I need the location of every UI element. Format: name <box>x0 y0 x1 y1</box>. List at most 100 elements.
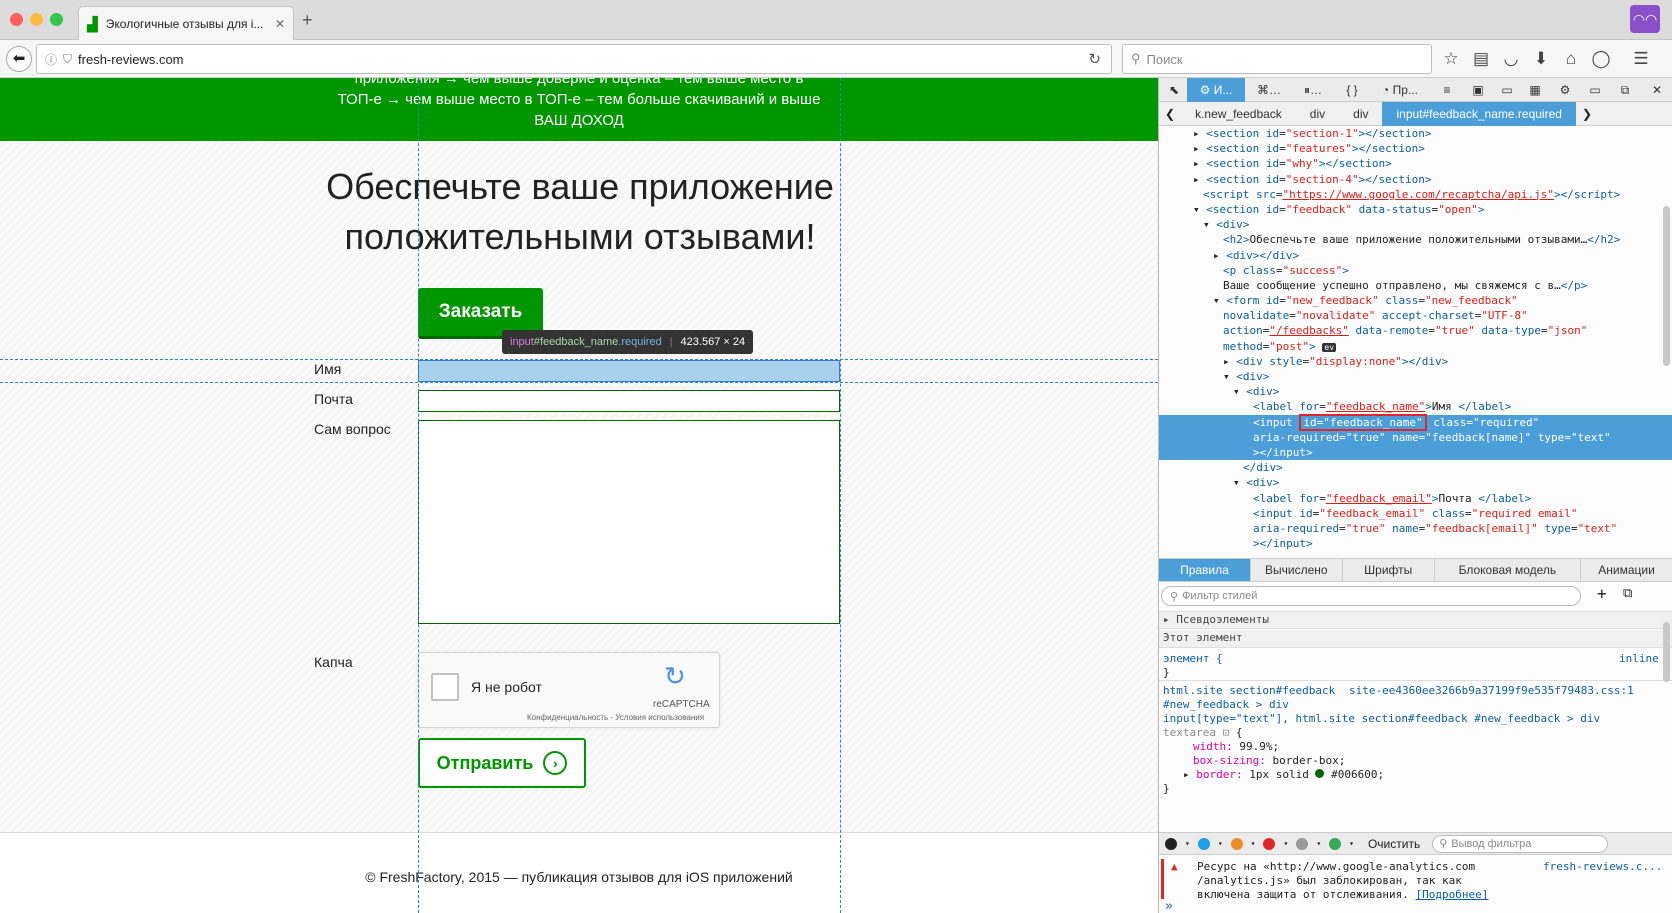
security-filter-button[interactable] <box>1263 837 1276 850</box>
markup-line[interactable]: method="post"> ev <box>1159 339 1672 354</box>
tab-animations[interactable]: Анимации <box>1581 559 1672 581</box>
tab-inspector[interactable]: ⚙ И... <box>1187 78 1245 102</box>
css-declaration[interactable]: width: 99.9%; <box>1193 740 1279 753</box>
markup-line[interactable]: <script src="https://www.google.com/reca… <box>1159 187 1672 202</box>
question-textarea[interactable] <box>418 420 840 624</box>
markup-line[interactable]: <h2>Обеспечьте ваше приложение положител… <box>1159 232 1672 247</box>
shield-icon[interactable]: ⛉ <box>63 52 72 67</box>
close-window-button[interactable] <box>10 13 23 26</box>
maximize-window-button[interactable] <box>50 13 63 26</box>
breadcrumb-item[interactable]: div <box>1296 107 1339 121</box>
js-filter-button[interactable] <box>1230 837 1243 850</box>
markup-scrollbar[interactable] <box>1663 206 1670 366</box>
markup-line[interactable]: ▾ <div> <box>1159 475 1672 490</box>
responsive-icon[interactable]: ▣ <box>1463 78 1493 102</box>
scratchpad-icon[interactable]: ▦ <box>1523 78 1547 102</box>
markup-line[interactable]: action="/feedbacks" data-remote="true" d… <box>1159 323 1672 338</box>
search-bar[interactable]: ⚲ Поиск <box>1122 44 1432 74</box>
markup-line[interactable]: ▾ <div> <box>1159 217 1672 232</box>
markup-line[interactable]: aria-required="true" name="feedback[emai… <box>1159 521 1672 536</box>
screenshot-icon[interactable]: ▭ <box>1495 78 1519 102</box>
tab-rules[interactable]: Правила <box>1159 559 1251 581</box>
email-input[interactable] <box>418 390 840 412</box>
breadcrumb-back-icon[interactable]: ❮ <box>1159 107 1181 121</box>
markup-line[interactable]: ▾ <form id="new_feedback" class="new_fee… <box>1159 293 1672 308</box>
breadcrumb-item[interactable]: div <box>1339 107 1382 121</box>
rule-selector[interactable]: input[type="text"], html.site section#fe… <box>1163 712 1600 725</box>
chat-icon[interactable]: ◯ <box>1590 49 1612 69</box>
order-button[interactable]: Заказать <box>418 288 543 336</box>
url-bar[interactable]: ⓘ ⛉ fresh-reviews.com ↻ <box>36 44 1112 74</box>
markup-line[interactable]: ▾ <section id="feedback" data-status="op… <box>1159 202 1672 217</box>
markup-selected-node[interactable]: <input id="feedback_name" class="require… <box>1159 413 1672 461</box>
tab-fresh-reviews[interactable]: ▟ Экологичные отзывы для i... ✕ <box>78 6 294 41</box>
markup-line[interactable]: ▸ <section id="section-1"></section> <box>1159 126 1672 141</box>
server-filter-button[interactable] <box>1329 837 1342 850</box>
console-filter-input[interactable]: ⚲ Вывод фильтра <box>1432 834 1609 853</box>
markup-line[interactable]: </div> <box>1159 460 1672 475</box>
markup-line[interactable]: ▾ <div> <box>1159 384 1672 399</box>
markup-line[interactable]: novalidate="novalidate" accept-charset="… <box>1159 308 1672 323</box>
breadcrumb-forward-icon[interactable]: ❯ <box>1576 107 1598 121</box>
send-button[interactable]: Отправить › <box>418 738 586 788</box>
bookmark-star-icon[interactable]: ☆ <box>1440 49 1462 69</box>
new-tab-button[interactable]: + <box>302 10 313 31</box>
close-tab-icon[interactable]: ✕ <box>275 17 285 31</box>
markup-line[interactable]: ></input> <box>1159 536 1672 551</box>
downloads-icon[interactable]: ⬇ <box>1530 49 1552 69</box>
rule-source-link[interactable]: site-ee4360ee3266b9a37199f9e535f79483.cs… <box>1349 684 1634 697</box>
info-icon[interactable]: ⓘ <box>45 51 57 68</box>
css-filter-button[interactable] <box>1197 837 1210 850</box>
minimize-window-button[interactable] <box>30 13 43 26</box>
markup-line[interactable]: ▸ <div></div> <box>1159 248 1672 263</box>
undock-icon[interactable]: ⧉ <box>1613 78 1637 102</box>
element-picker-icon[interactable]: ⬉ <box>1163 78 1185 102</box>
markup-line[interactable]: <p class="success"> <box>1159 263 1672 278</box>
markup-line[interactable]: <input id="feedback_email" class="requir… <box>1159 506 1672 521</box>
tab-fonts[interactable]: Шрифты <box>1343 559 1435 581</box>
toggle-pseudo-icon[interactable]: ⧉ <box>1623 586 1632 601</box>
console-clear-button[interactable]: Очистить <box>1368 837 1420 851</box>
tab-box-model[interactable]: Блоковая модель <box>1435 559 1582 581</box>
css-declaration[interactable]: box-sizing: border-box; <box>1193 754 1345 767</box>
markup-line[interactable]: <label for="feedback_email">Почта </labe… <box>1159 491 1672 506</box>
tab-console[interactable]: ⌘… <box>1249 78 1289 102</box>
css-declaration[interactable]: ▸ border: 1px solid #006600; <box>1183 768 1384 781</box>
learn-more-link[interactable]: [Подробнее] <box>1416 888 1489 901</box>
markup-line[interactable]: ▾ <div> <box>1159 369 1672 384</box>
tab-computed[interactable]: Вычислено <box>1251 559 1343 581</box>
markup-line[interactable]: ▸ <section id="why"></section> <box>1159 156 1672 171</box>
back-button[interactable]: ⬅ <box>6 46 32 72</box>
rule-selector[interactable]: html.site section#feedback <box>1163 684 1335 697</box>
markup-line[interactable]: Ваше сообщение успешно отправлено, мы св… <box>1159 278 1672 293</box>
menu-icon[interactable]: ☰ <box>1630 49 1652 69</box>
console-source-link[interactable]: fresh-reviews.c... <box>1543 860 1662 873</box>
element-rule[interactable]: элемент { <box>1163 652 1223 665</box>
logging-filter-button[interactable] <box>1296 837 1309 850</box>
dock-icon[interactable]: ▭ <box>1583 78 1607 102</box>
inline-source[interactable]: inline <box>1619 652 1659 665</box>
home-icon[interactable]: ⌂ <box>1560 49 1582 69</box>
pocket-icon[interactable]: ◡ <box>1500 49 1522 69</box>
console-prompt[interactable]: » <box>1165 899 1173 913</box>
tab-debugger[interactable]: ⏸… <box>1293 78 1333 102</box>
color-swatch[interactable] <box>1315 769 1325 778</box>
markup-line[interactable]: <label for="feedback_name">Имя </label> <box>1159 399 1672 414</box>
reload-icon[interactable]: ↻ <box>1088 50 1101 68</box>
breadcrumb-item[interactable]: k.new_feedback <box>1181 107 1296 121</box>
name-input[interactable] <box>418 360 840 382</box>
network-icon[interactable]: ≡ <box>1435 78 1459 102</box>
pseudo-elements-header[interactable]: ▸ Псевдоэлементы <box>1159 611 1672 629</box>
markup-line[interactable]: ▸ <section id="features"></section> <box>1159 141 1672 156</box>
tab-style-editor[interactable]: { } <box>1337 78 1367 102</box>
rule-selector[interactable]: #new_feedback > div <box>1163 698 1289 711</box>
tab-performance[interactable]: ◔ Пр... <box>1371 78 1429 102</box>
close-devtools-icon[interactable]: ✕ <box>1645 78 1669 102</box>
styles-filter-input[interactable]: ⚲ Фильтр стилей <box>1161 586 1581 606</box>
reading-list-icon[interactable]: ▤ <box>1470 49 1492 69</box>
settings-icon[interactable]: ⚙ <box>1553 78 1577 102</box>
add-rule-icon[interactable]: + <box>1597 584 1607 603</box>
rules-scrollbar[interactable] <box>1663 622 1670 682</box>
net-filter-button[interactable] <box>1165 837 1177 850</box>
captcha-checkbox[interactable] <box>431 673 459 701</box>
